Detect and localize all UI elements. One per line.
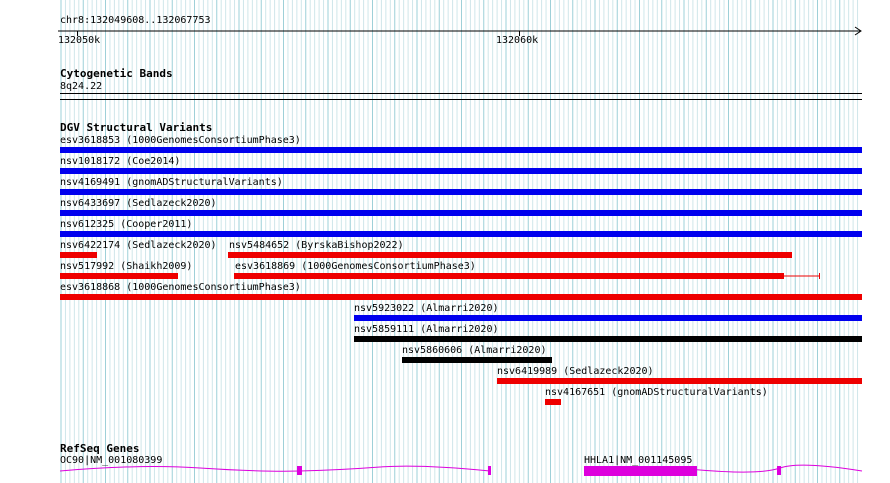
refseq-gene-models[interactable] (0, 462, 890, 483)
dgv-feature-bar[interactable] (60, 252, 97, 258)
dgv-feature-bar[interactable] (60, 189, 862, 195)
dgv-feature-bar[interactable] (497, 378, 862, 384)
gene-exon (488, 466, 491, 475)
gene-exon (584, 466, 697, 476)
gene-exon (777, 466, 781, 475)
dgv-track-title[interactable]: DGV Structural Variants (60, 121, 212, 134)
dgv-feature-label[interactable]: esv3618853 (1000GenomesConsortiumPhase3) (60, 135, 301, 147)
dgv-feature-label[interactable]: nsv4167651 (gnomADStructuralVariants) (545, 387, 768, 399)
dgv-feature-label[interactable]: nsv5923022 (Almarri2020) (354, 303, 499, 315)
ruler-tick-label-2: 132060k (496, 35, 539, 46)
dgv-feature-label[interactable]: nsv5859111 (Almarri2020) (354, 324, 499, 336)
cytoband-band-top[interactable] (60, 93, 862, 94)
cytoband-track-title[interactable]: Cytogenetic Bands (60, 67, 173, 80)
dgv-feature-label[interactable]: esv3618868 (1000GenomesConsortiumPhase3) (60, 282, 301, 294)
dgv-feature-label[interactable]: nsv5860606 (Almarri2020) (402, 345, 547, 357)
dgv-feature-label[interactable]: nsv4169491 (gnomADStructuralVariants) (60, 177, 283, 189)
ruler-tick-label-1: 132050k (58, 35, 101, 46)
dgv-feature-bar[interactable] (60, 147, 862, 153)
genome-browser-view: chr8:132049608..132067753 132050k 132060… (0, 0, 890, 483)
cytoband-band-bottom[interactable] (60, 99, 862, 100)
dgv-feature-label[interactable]: nsv612325 (Cooper2011) (60, 219, 192, 231)
cytoband-label: 8q24.22 (60, 81, 103, 92)
dgv-feature-label[interactable]: nsv6422174 (Sedlazeck2020) (60, 240, 217, 252)
dgv-feature-bar[interactable] (402, 357, 552, 363)
dgv-feature-label[interactable]: nsv6419989 (Sedlazeck2020) (497, 366, 654, 378)
dgv-feature-bar[interactable] (60, 294, 862, 300)
dgv-feature-bar[interactable] (60, 168, 862, 174)
refseq-track-title[interactable]: RefSeq Genes (60, 442, 139, 455)
dgv-feature-label[interactable]: nsv6433697 (Sedlazeck2020) (60, 198, 217, 210)
dgv-feature-bar[interactable] (228, 252, 792, 258)
dgv-feature-bar[interactable] (354, 336, 862, 342)
region-label: chr8:132049608..132067753 (60, 15, 211, 26)
gene-intron-line (59, 465, 491, 472)
dgv-feature-whisker (235, 273, 820, 279)
dgv-feature-bar[interactable] (545, 399, 561, 405)
dgv-feature-label[interactable]: nsv1018172 (Coe2014) (60, 156, 180, 168)
dgv-feature-label[interactable]: nsv5484652 (ByrskaBishop2022) (229, 240, 404, 252)
dgv-feature-bar[interactable] (60, 231, 862, 237)
gene-exon (297, 466, 302, 475)
dgv-feature-bar[interactable] (354, 315, 862, 321)
dgv-feature-bar[interactable] (60, 210, 862, 216)
